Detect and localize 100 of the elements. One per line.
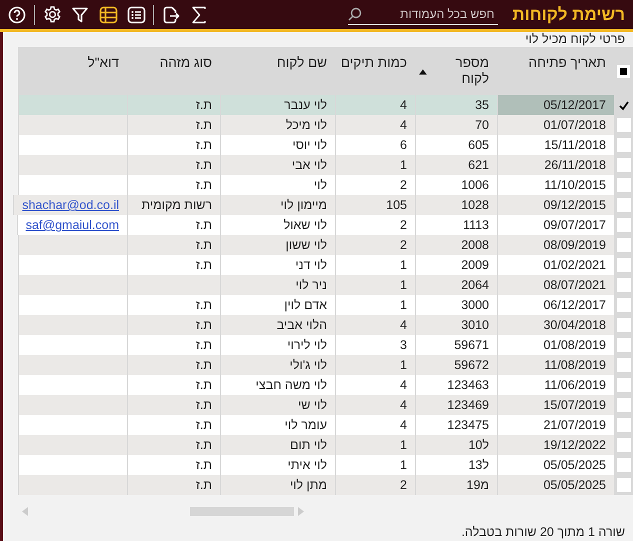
table-cell: לוי ששון	[220, 235, 335, 255]
table-cell: 01/08/2019	[497, 335, 614, 355]
row-checkbox[interactable]	[616, 198, 630, 212]
email-link[interactable]: saf@gmaiul.com	[26, 218, 119, 232]
table-cell: 3010	[415, 315, 497, 335]
table-cell: לוי ענבר	[220, 95, 335, 115]
row-checkbox[interactable]	[616, 378, 630, 392]
row-checkbox[interactable]	[616, 218, 630, 232]
table-cell: לוי ג'ולי	[220, 355, 335, 375]
table-cell: ת.ז	[127, 255, 220, 275]
table-cell: 123475	[415, 415, 497, 435]
select-all-checkbox[interactable]	[617, 64, 630, 78]
table-cell: 05/05/2025	[497, 475, 614, 495]
column-header[interactable]: דוא"ל	[18, 47, 127, 95]
row-checkbox[interactable]	[616, 238, 630, 252]
table-cell: ת.ז	[127, 375, 220, 395]
column-header[interactable]: כמות תיקים	[335, 47, 415, 95]
row-checkbox[interactable]	[616, 318, 630, 332]
table-cell: לוי לירוי	[220, 335, 335, 355]
scroll-left-icon[interactable]	[22, 507, 28, 516]
email-link[interactable]: shachar@od.co.il	[22, 198, 119, 212]
table-cell: ת.ז	[127, 475, 220, 495]
toolbar-button[interactable]	[125, 4, 147, 26]
table-cell: רשות מקומית	[127, 195, 220, 215]
row-checkbox[interactable]	[616, 298, 630, 312]
table-cell: 1113	[415, 215, 497, 235]
table-cell: 70	[415, 115, 497, 135]
table-cell: 3000	[415, 295, 497, 315]
table-cell: 4	[335, 395, 415, 415]
table-cell: 6	[335, 135, 415, 155]
table-cell: 1006	[415, 175, 497, 195]
sum-icon	[191, 6, 207, 24]
table-cell: לוי איתי	[220, 455, 335, 475]
column-header[interactable]: שם לקוח	[220, 47, 335, 95]
table-cell: 59672	[415, 355, 497, 375]
table-cell: ת.ז	[127, 95, 220, 115]
table-cell: 105	[335, 195, 415, 215]
table-cell: עומר לוי	[220, 415, 335, 435]
table-cell: 2	[335, 215, 415, 235]
table-cell: הלוי אביב	[220, 315, 335, 335]
table-cell: 09/12/2015	[497, 195, 614, 215]
column-header[interactable]: תאריך פתיחה	[497, 47, 614, 95]
table-cell: 4	[335, 375, 415, 395]
table-cell: 05/12/2017	[497, 95, 614, 115]
row-checkbox[interactable]	[616, 398, 630, 412]
row-checkbox[interactable]	[616, 158, 630, 172]
table-cell: 26/11/2018	[497, 155, 614, 175]
row-checkbox[interactable]	[616, 178, 630, 192]
toolbar-button[interactable]	[6, 4, 28, 26]
table-cell: 59671	[415, 335, 497, 355]
filter-caption: פרטי לקוח מכיל לוי	[524, 32, 626, 47]
table-cell: ת.ז	[127, 415, 220, 435]
table-cell: ת.ז	[127, 295, 220, 315]
status-text: שורה 1 מתוך 20 שורות בטבלה.	[460, 525, 626, 541]
filter-icon	[71, 6, 89, 24]
row-checkbox[interactable]	[616, 338, 630, 352]
table-cell: 1	[335, 435, 415, 455]
table-cell: ת.ז	[127, 215, 220, 235]
help-icon	[8, 6, 26, 24]
table-cell: מיימון לוי	[220, 195, 335, 215]
table-cell: 11/08/2019	[497, 355, 614, 375]
table-cell: 2009	[415, 255, 497, 275]
table-cell: ת.ז	[127, 355, 220, 375]
row-checkbox[interactable]	[616, 418, 630, 432]
table-cell: 05/05/2025	[497, 455, 614, 475]
table-cell: 19/12/2022	[497, 435, 614, 455]
table-cell: מ19	[415, 475, 497, 495]
search-field[interactable]: חפש בכל העמודות	[362, 7, 498, 21]
row-checkbox[interactable]	[616, 138, 630, 152]
export-icon	[162, 6, 180, 24]
row-checkbox[interactable]	[616, 438, 630, 452]
table-cell: ניר לוי	[220, 275, 335, 295]
row-checkbox[interactable]	[616, 358, 630, 372]
scroll-right-icon[interactable]	[298, 507, 304, 516]
search-icon	[348, 7, 362, 21]
row-checkbox[interactable]	[616, 118, 630, 132]
toolbar-button[interactable]	[97, 4, 119, 26]
column-header[interactable]: מספר לקוח	[415, 47, 497, 95]
row-checkbox[interactable]	[616, 458, 630, 472]
row-checkbox[interactable]	[616, 258, 630, 272]
column-header[interactable]: סוג מזהה	[127, 47, 220, 95]
table-cell: מתן לוי	[220, 475, 335, 495]
table-cell: ת.ז	[127, 395, 220, 415]
row-checkbox[interactable]	[616, 278, 630, 292]
table-cell: 4	[335, 315, 415, 335]
table-cell: 35	[415, 95, 497, 115]
table-cell: 1028	[415, 195, 497, 215]
table-cell: ת.ז	[127, 455, 220, 475]
table-cell: לוי תום	[220, 435, 335, 455]
row-checkbox[interactable]	[616, 478, 630, 492]
table-cell: 09/07/2017	[497, 215, 614, 235]
table-cell: ת.ז	[127, 155, 220, 175]
scrollbar-thumb[interactable]	[190, 507, 294, 516]
table-cell: 2	[335, 475, 415, 495]
table-cell: ת.ז	[127, 135, 220, 155]
table-cell: ת.ז	[127, 335, 220, 355]
table-cell: אדם לוין	[220, 295, 335, 315]
table-cell: 1	[335, 255, 415, 275]
table-cell: ת.ז	[127, 115, 220, 135]
table-cell: 1	[335, 355, 415, 375]
